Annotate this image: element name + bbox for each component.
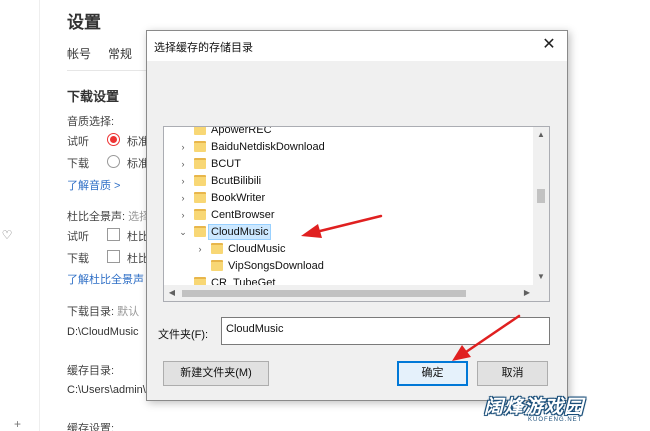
- quality-download-label: 下载: [67, 158, 89, 170]
- folder-icon: [194, 158, 206, 169]
- chevron-right-icon[interactable]: ›: [195, 241, 205, 257]
- scroll-down-icon[interactable]: ▼: [533, 269, 549, 285]
- watermark-logo: 阔烽游戏园 KUOFENG.NET: [484, 392, 634, 428]
- cache-dir-value: C:\Users\admin\A: [67, 384, 154, 396]
- download-dir-value: D:\CloudMusic: [67, 326, 139, 338]
- quality-listen-radio[interactable]: [107, 133, 120, 146]
- folder-icon: [194, 127, 206, 135]
- download-dir-label: 下载目录: 默认: [67, 303, 139, 319]
- folder-icon: [194, 277, 206, 285]
- download-dir-label-text: 下载目录:: [67, 306, 115, 318]
- dolby-listen-checkbox[interactable]: [107, 228, 120, 241]
- tree-item[interactable]: › BcutBilibili: [164, 173, 535, 189]
- tree-item[interactable]: CR_TubeGet: [164, 275, 535, 285]
- vertical-scroll-thumb[interactable]: [537, 189, 545, 203]
- horizontal-scrollbar[interactable]: ◀ ▶: [164, 285, 535, 301]
- cache-dir-label: 缓存目录:: [67, 365, 115, 377]
- tree-item-label: BcutBilibili: [211, 175, 262, 187]
- dolby-label-text: 杜比全景声:: [67, 211, 126, 223]
- tree-item[interactable]: › CloudMusic: [164, 241, 535, 257]
- cancel-button[interactable]: 取消: [477, 361, 548, 386]
- folder-input[interactable]: CloudMusic: [221, 317, 550, 345]
- scroll-corner: [533, 285, 549, 301]
- dialog-titlebar[interactable]: 选择缓存的存储目录 ✕: [147, 31, 567, 61]
- scroll-up-icon[interactable]: ▲: [533, 127, 549, 143]
- tree-item[interactable]: ApowerREC: [164, 127, 535, 138]
- vertical-scrollbar[interactable]: ▲ ▼: [533, 127, 549, 285]
- tab-divider: [67, 70, 157, 71]
- tree-item-label: VipSongsDownload: [228, 260, 324, 272]
- folder-tree[interactable]: ApowerREC › BaiduNetdiskDownload › BCUT › Bcut…: [163, 126, 550, 302]
- horizontal-scroll-thumb[interactable]: [182, 290, 466, 297]
- chevron-right-icon[interactable]: [195, 258, 205, 274]
- tab-account[interactable]: 帐号: [67, 45, 91, 62]
- learn-dolby-link[interactable]: 了解杜比全景声 >: [67, 271, 153, 287]
- folder-icon: [194, 141, 206, 152]
- close-icon[interactable]: ✕: [539, 35, 559, 55]
- folder-field-label: 文件夹(F):: [158, 329, 209, 341]
- download-settings-heading: 下载设置: [67, 89, 120, 104]
- tree-item-label: CentBrowser: [211, 209, 275, 221]
- tree-item[interactable]: VipSongsDownload: [164, 258, 535, 274]
- dolby-listen-label: 试听: [67, 231, 89, 243]
- folder-picker-dialog: 选择缓存的存储目录 ✕ ApowerREC › BaiduNetdiskDownlo…: [146, 30, 568, 401]
- quality-listen-label: 试听: [67, 136, 89, 148]
- folder-icon: [211, 260, 223, 271]
- page-title: 设置: [67, 13, 101, 32]
- tree-item[interactable]: ⌄ CloudMusic: [164, 224, 535, 240]
- tree-item-label: CR_TubeGet: [211, 277, 276, 285]
- folder-tree-rows: ApowerREC › BaiduNetdiskDownload › BCUT › Bcut…: [164, 127, 535, 285]
- folder-icon: [211, 243, 223, 254]
- folder-icon: [194, 192, 206, 203]
- quality-download-radio[interactable]: [107, 155, 120, 168]
- tab-general[interactable]: 常规: [108, 45, 132, 62]
- tree-item-label: CloudMusic: [228, 243, 286, 255]
- quality-label: 音质选择:: [67, 116, 115, 128]
- dialog-title: 选择缓存的存储目录: [154, 42, 253, 54]
- new-folder-button[interactable]: 新建文件夹(M): [163, 361, 269, 386]
- chevron-right-icon[interactable]: ›: [178, 173, 188, 189]
- tree-item[interactable]: › BaiduNetdiskDownload: [164, 139, 535, 155]
- chevron-down-icon[interactable]: ⌄: [178, 224, 188, 240]
- watermark-text: 阔烽游戏园: [484, 397, 585, 418]
- folder-icon: [194, 226, 206, 237]
- dolby-label: 杜比全景声: 选择: [67, 208, 150, 224]
- tree-item[interactable]: › BCUT: [164, 156, 535, 172]
- tree-item-label: BCUT: [211, 158, 241, 170]
- folder-icon: [194, 175, 206, 186]
- cache-settings-label: 缓存设置:: [67, 423, 115, 431]
- chevron-right-icon[interactable]: ›: [178, 207, 188, 223]
- scroll-left-icon[interactable]: ◀: [164, 285, 180, 301]
- tree-item-label: CloudMusic: [208, 224, 272, 240]
- tree-item-label: ApowerREC: [211, 127, 272, 136]
- chevron-right-icon[interactable]: [178, 275, 188, 285]
- download-dir-hint: 默认: [117, 306, 140, 318]
- learn-quality-link[interactable]: 了解音质 >: [67, 177, 120, 193]
- tree-item[interactable]: › BookWriter: [164, 190, 535, 206]
- chevron-right-icon[interactable]: [178, 127, 188, 138]
- folder-icon: [194, 209, 206, 220]
- dolby-download-label: 下载: [67, 253, 89, 265]
- tree-item-label: BaiduNetdiskDownload: [211, 141, 325, 153]
- chevron-right-icon[interactable]: ›: [178, 190, 188, 206]
- tree-item-label: BookWriter: [211, 192, 266, 204]
- watermark-subtext: KUOFENG.NET: [528, 417, 583, 423]
- chevron-right-icon[interactable]: ›: [178, 156, 188, 172]
- tree-item[interactable]: › CentBrowser: [164, 207, 535, 223]
- chevron-right-icon[interactable]: ›: [178, 139, 188, 155]
- ok-button[interactable]: 确定: [397, 361, 468, 386]
- dolby-download-checkbox[interactable]: [107, 250, 120, 263]
